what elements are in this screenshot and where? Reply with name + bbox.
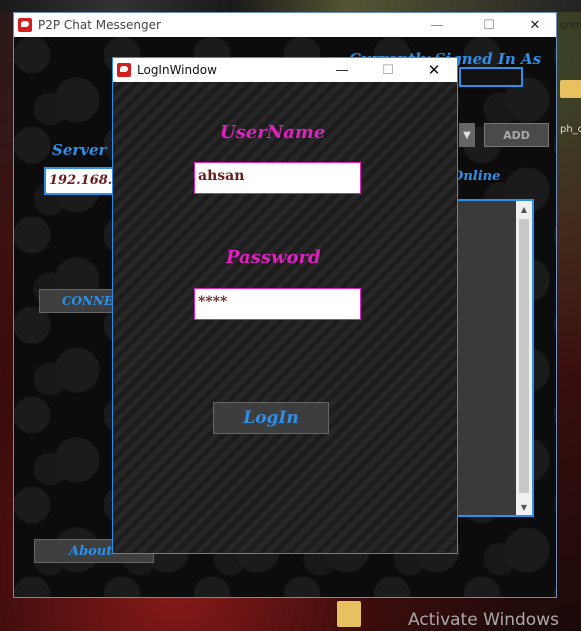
main-window-title: P2P Chat Messenger [38, 18, 161, 32]
password-label: Password [226, 247, 321, 268]
folder-icon[interactable] [337, 601, 361, 627]
desktop-background-strip [0, 0, 581, 12]
scroll-down-icon[interactable]: ▼ [516, 499, 532, 515]
app-icon [117, 63, 131, 77]
close-icon[interactable]: ✕ [512, 13, 558, 37]
desktop-file-label: gnm [560, 20, 581, 31]
login-window-title: LogInWindow [137, 63, 217, 77]
login-title-bar[interactable]: LogInWindow — ☐ ✕ [113, 58, 457, 82]
signed-in-field [459, 67, 523, 87]
online-users-list[interactable]: ▲ ▼ [454, 199, 534, 517]
login-window: LogInWindow — ☐ ✕ UserName ahsan Passwor… [112, 57, 458, 554]
add-button[interactable]: ADD [484, 123, 549, 147]
folder-icon[interactable] [560, 80, 581, 98]
connect-button[interactable]: CONNECT [39, 289, 117, 313]
maximize-icon[interactable]: ☐ [466, 13, 512, 37]
maximize-icon[interactable]: ☐ [365, 58, 411, 82]
scroll-up-icon[interactable]: ▲ [516, 201, 532, 217]
app-icon [18, 18, 32, 32]
server-label: Server [52, 141, 107, 159]
chevron-down-icon[interactable]: ▼ [459, 123, 475, 147]
close-icon[interactable]: ✕ [411, 58, 457, 82]
username-label: UserName [220, 122, 326, 143]
online-label: Online [452, 169, 501, 184]
username-input[interactable]: ahsan [194, 162, 361, 194]
activate-windows-watermark: Activate Windows [408, 610, 559, 630]
desktop-file-label: ph_c [560, 124, 581, 135]
minimize-icon[interactable]: — [319, 58, 365, 82]
main-title-bar[interactable]: P2P Chat Messenger — ☐ ✕ [14, 13, 556, 37]
login-window-body: UserName ahsan Password **** LogIn [113, 82, 457, 553]
login-button[interactable]: LogIn [213, 402, 329, 434]
list-scrollbar[interactable]: ▲ ▼ [516, 201, 532, 515]
scroll-thumb[interactable] [519, 219, 529, 493]
password-input[interactable]: **** [194, 288, 361, 320]
minimize-icon[interactable]: — [414, 13, 460, 37]
